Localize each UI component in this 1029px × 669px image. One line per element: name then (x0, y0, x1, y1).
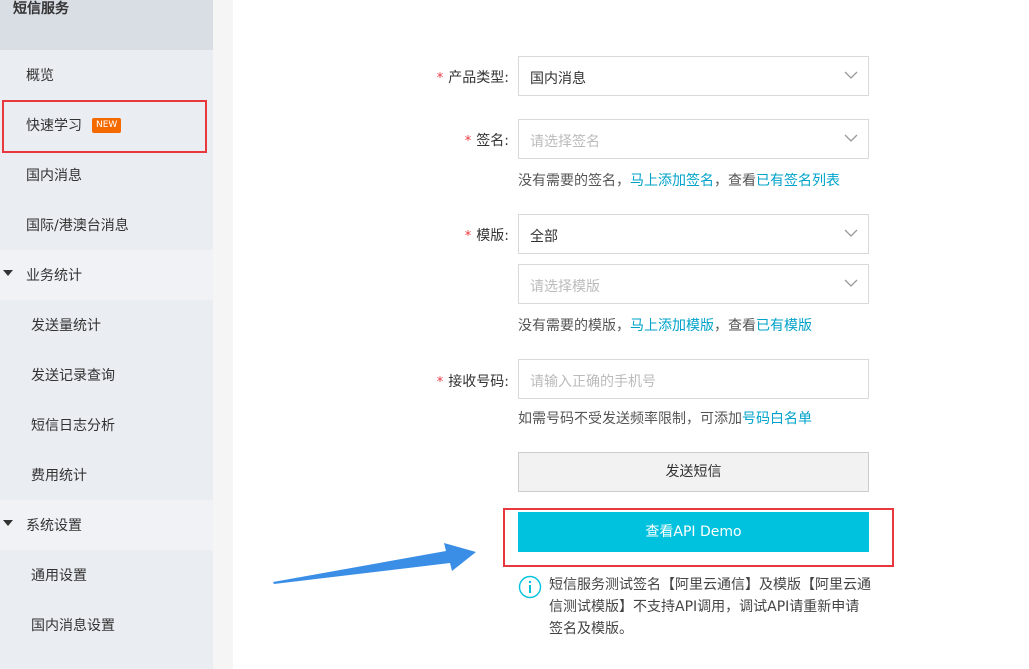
sidebar-item-international[interactable]: 国际/港澳台消息 (0, 200, 213, 250)
chevron-down-icon (844, 229, 858, 237)
signature-placeholder: 请选择签名 (530, 134, 600, 150)
sidebar-item-send-records[interactable]: 发送记录查询 (0, 350, 213, 400)
template-label: * 模版: (389, 225, 509, 245)
sidebar-item-general-settings[interactable]: 通用设置 (0, 550, 213, 600)
signature-hint-text: 没有需要的签名， (518, 173, 630, 189)
signature-select[interactable]: 请选择签名 (518, 119, 869, 159)
phone-label-text: 接收号码: (448, 374, 509, 390)
sidebar-item-log-analysis[interactable]: 短信日志分析 (0, 400, 213, 450)
signature-hint-mid: ，查看 (714, 173, 756, 189)
template-list-link[interactable]: 已有模版 (756, 318, 812, 334)
whitelist-link[interactable]: 号码白名单 (742, 411, 812, 427)
sidebar-group-settings[interactable]: 系统设置 (0, 500, 213, 550)
template-hint: 没有需要的模版，马上添加模版，查看已有模版 (518, 315, 812, 335)
content-gutter (213, 0, 233, 669)
sidebar-group-label: 业务统计 (26, 268, 82, 284)
highlight-box-api-demo (503, 508, 894, 567)
sidebar-title: 短信服务 (13, 1, 69, 17)
sidebar-item-label: 短信日志分析 (31, 418, 115, 434)
phone-placeholder: 请输入正确的手机号 (530, 374, 656, 390)
sidebar-item-send-volume[interactable]: 发送量统计 (0, 300, 213, 350)
sidebar-item-label: 费用统计 (31, 468, 87, 484)
arrow-annotation-icon (273, 543, 476, 584)
template-placeholder: 请选择模版 (530, 279, 600, 295)
product-type-select[interactable]: 国内消息 (518, 56, 869, 96)
sidebar-item-overview[interactable]: 概览 (0, 50, 213, 100)
required-mark: * (436, 71, 444, 86)
caret-down-icon (3, 270, 13, 276)
template-hint-mid: ，查看 (714, 318, 756, 334)
info-icon (518, 575, 542, 599)
add-template-link[interactable]: 马上添加模版 (630, 318, 714, 334)
required-mark: * (464, 229, 472, 244)
sidebar-header: 短信服务 (0, 0, 213, 50)
send-sms-button[interactable]: 发送短信 (518, 452, 869, 492)
sidebar-item-label: 国际/港澳台消息 (26, 218, 129, 234)
template-label-text: 模版: (476, 228, 509, 244)
required-mark: * (464, 134, 472, 149)
product-type-label-text: 产品类型: (448, 70, 509, 86)
template-hint-text: 没有需要的模版， (518, 318, 630, 334)
product-type-label: * 产品类型: (389, 67, 509, 87)
required-mark: * (436, 375, 444, 390)
chevron-down-icon (844, 134, 858, 142)
phone-label: * 接收号码: (389, 371, 509, 391)
sidebar-item-label: 国内消息 (26, 168, 82, 184)
sidebar-item-label: 发送量统计 (31, 318, 101, 334)
sidebar-item-cost-stats[interactable]: 费用统计 (0, 450, 213, 500)
template-select[interactable]: 请选择模版 (518, 264, 869, 304)
highlight-box-quick-learn (2, 100, 207, 153)
sidebar-item-label: 通用设置 (31, 568, 87, 584)
signature-label: * 签名: (389, 130, 509, 150)
signature-hint: 没有需要的签名，马上添加签名，查看已有签名列表 (518, 170, 840, 190)
sidebar-item-domestic[interactable]: 国内消息 (0, 150, 213, 200)
add-signature-link[interactable]: 马上添加签名 (630, 173, 714, 189)
api-notice-text: 短信服务测试签名【阿里云通信】及模版【阿里云通信测试模版】不支持API调用，调试… (549, 577, 871, 637)
sidebar-group-label: 系统设置 (26, 518, 82, 534)
phone-hint-text: 如需号码不受发送频率限制，可添加 (518, 411, 742, 427)
sidebar-item-domestic-settings[interactable]: 国内消息设置 (0, 600, 213, 650)
caret-down-icon (3, 520, 13, 526)
sidebar-item-label: 概览 (26, 68, 54, 84)
sidebar-item-label: 国内消息设置 (31, 618, 115, 634)
phone-input[interactable]: 请输入正确的手机号 (518, 359, 869, 399)
template-category-select[interactable]: 全部 (518, 214, 869, 254)
chevron-down-icon (844, 71, 858, 79)
chevron-down-icon (844, 279, 858, 287)
product-type-value: 国内消息 (530, 71, 586, 87)
signature-list-link[interactable]: 已有签名列表 (756, 173, 840, 189)
template-category-value: 全部 (530, 229, 558, 245)
sidebar-item-label: 发送记录查询 (31, 368, 115, 384)
phone-hint: 如需号码不受发送频率限制，可添加号码白名单 (518, 408, 812, 428)
signature-label-text: 签名: (476, 133, 509, 149)
sidebar-group-statistics[interactable]: 业务统计 (0, 250, 213, 300)
